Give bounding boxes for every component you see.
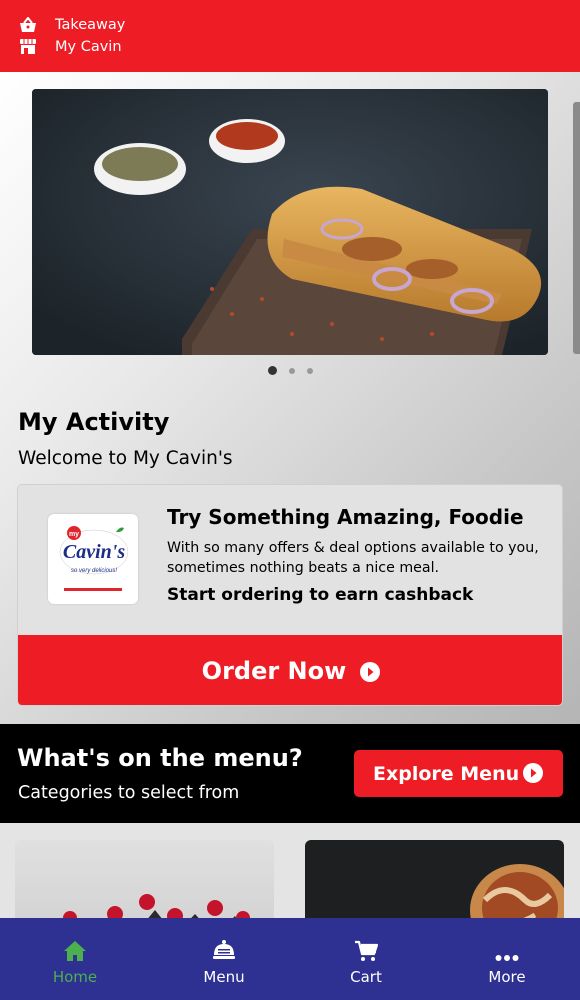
carousel-indicators [0,366,580,375]
nav-more-label: More [488,968,526,986]
nav-more[interactable]: More [466,918,548,1000]
explore-menu-label: Explore Menu [373,762,520,785]
basket-icon [18,15,37,34]
top-header: Takeaway My Cavin [0,0,580,72]
wrap-image [470,864,564,918]
store-selector[interactable]: My Cavin [18,37,122,56]
promo-cta-text: Start ordering to earn cashback [167,585,474,605]
store-icon [18,37,37,56]
nav-home[interactable]: Home [34,918,116,1000]
menu-section-subtitle: Categories to select from [18,783,240,803]
activity-title: My Activity [18,408,170,436]
order-mode-label: Takeaway [55,16,126,33]
carousel-dot-3[interactable] [306,368,313,374]
category-card-wrap[interactable] [305,840,564,918]
svg-text:Cavin's: Cavin's [63,541,125,563]
cart-icon [354,932,378,962]
category-list [0,823,580,918]
promo-title: Try Something Amazing, Foodie [167,505,524,529]
promo-card: my Cavin's so very delicious! Try Someth… [17,484,563,706]
carousel-dot-1[interactable] [267,366,277,375]
home-content: My Activity Welcome to My Cavin's my Cav… [0,72,580,724]
carousel-dot-2[interactable] [288,368,295,374]
nav-home-label: Home [52,968,98,986]
order-now-label: Order Now [201,657,347,685]
svg-text:my: my [69,531,79,538]
explore-menu-button[interactable]: Explore Menu [354,750,563,797]
promo-description: With so many offers & deal options avail… [167,540,539,576]
order-now-button[interactable]: Order Now [18,635,562,705]
cake-image [63,894,250,918]
nav-cart-label: Cart [350,968,382,986]
nav-cart[interactable]: Cart [325,918,407,1000]
carousel-slide[interactable] [32,89,548,355]
category-card-cake[interactable] [15,840,274,918]
menu-section: What's on the menu? Categories to select… [0,724,580,823]
arrow-right-circle-icon [360,660,381,688]
cloche-icon [212,932,236,962]
cavins-logo: my Cavin's so very delicious! [48,514,138,604]
svg-text:so very delicious!: so very delicious! [71,568,117,574]
menu-section-title: What's on the menu? [17,744,303,772]
nav-menu[interactable]: Menu [183,918,265,1000]
next-slide-peek[interactable] [573,102,580,354]
more-icon [495,932,519,962]
bottom-navigation: Home Menu Cart More [0,918,580,1000]
sandwich-image [32,89,548,355]
order-mode-selector[interactable]: Takeaway [18,15,125,34]
store-label: My Cavin [55,38,122,55]
home-icon [63,932,87,962]
arrow-right-circle-icon [523,763,543,788]
activity-subtitle: Welcome to My Cavin's [18,448,233,469]
nav-menu-label: Menu [203,968,245,986]
